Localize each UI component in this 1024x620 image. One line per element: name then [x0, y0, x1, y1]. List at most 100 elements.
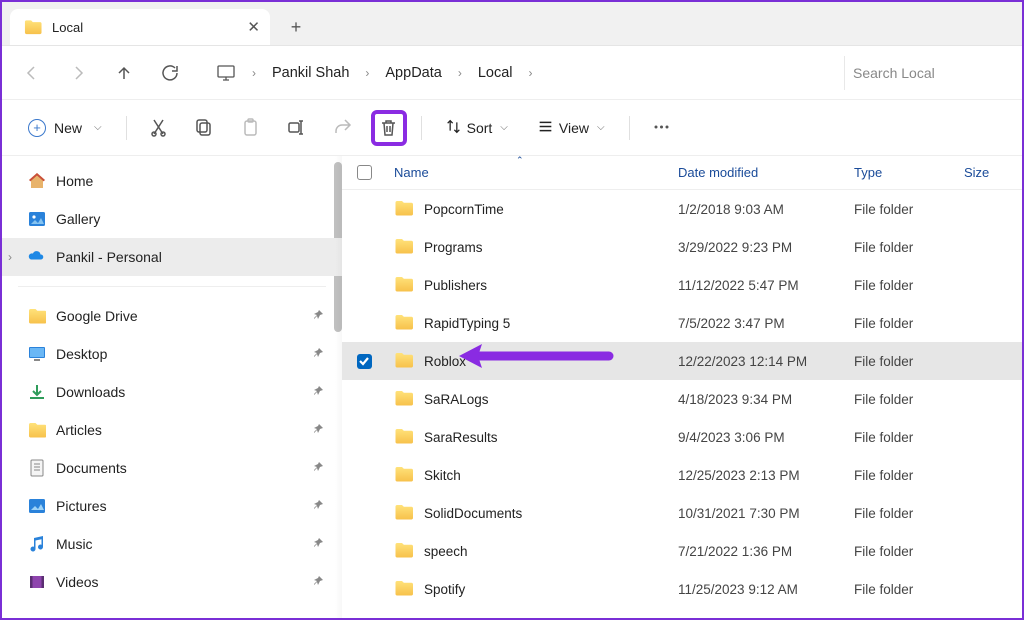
- column-header: ⌃ Name Date modified Type Size: [342, 156, 1022, 190]
- more-button[interactable]: [644, 110, 680, 146]
- share-button[interactable]: [325, 110, 361, 146]
- toolbar: + New ⌵ Sort ⌵ View ⌵: [2, 100, 1022, 156]
- sidebar-item-label: Desktop: [56, 346, 107, 362]
- column-date[interactable]: Date modified: [670, 165, 846, 180]
- column-type[interactable]: Type: [846, 165, 956, 180]
- sidebar: Home Gallery›Pankil - Personal Google Driv…: [2, 156, 342, 618]
- refresh-button[interactable]: [158, 61, 182, 85]
- file-date: 7/21/2022 1:36 PM: [670, 544, 846, 559]
- new-button[interactable]: + New ⌵: [18, 113, 112, 143]
- sidebar-item[interactable]: Google Drive: [2, 297, 342, 335]
- table-row[interactable]: PopcornTime1/2/2018 9:03 AMFile folder: [342, 190, 1022, 228]
- copy-button[interactable]: [187, 110, 223, 146]
- videos-icon: [28, 573, 46, 591]
- chevron-down-icon: ⌵: [597, 122, 605, 133]
- desktop-icon: [28, 345, 46, 363]
- row-checkbox[interactable]: [357, 354, 372, 369]
- up-button[interactable]: [112, 61, 136, 85]
- cut-button[interactable]: [141, 110, 177, 146]
- tab-title: Local: [52, 20, 83, 35]
- table-row[interactable]: speech7/21/2022 1:36 PMFile folder: [342, 532, 1022, 570]
- rename-button[interactable]: [279, 110, 315, 146]
- file-type: File folder: [846, 582, 956, 597]
- pin-icon: [312, 461, 324, 476]
- sidebar-item[interactable]: ›Pankil - Personal: [2, 238, 342, 276]
- file-date: 12/22/2023 12:14 PM: [670, 354, 846, 369]
- sidebar-item[interactable]: Documents: [2, 449, 342, 487]
- sidebar-item[interactable]: Home: [2, 162, 342, 200]
- crumb-2[interactable]: Local: [476, 61, 515, 85]
- file-type: File folder: [846, 240, 956, 255]
- close-tab-icon[interactable]: ✕: [247, 18, 260, 36]
- pin-icon: [312, 423, 324, 438]
- view-label: View: [559, 120, 589, 136]
- view-icon: [538, 119, 553, 137]
- column-size[interactable]: Size: [956, 165, 1016, 180]
- table-row[interactable]: Skitch12/25/2023 2:13 PMFile folder: [342, 456, 1022, 494]
- sidebar-item-label: Google Drive: [56, 308, 138, 324]
- file-date: 11/12/2022 5:47 PM: [670, 278, 846, 293]
- folder-icon: [28, 421, 46, 439]
- folder-icon: [394, 237, 414, 258]
- home-icon: [28, 172, 46, 190]
- search-input[interactable]: Search Local: [844, 56, 1004, 90]
- breadcrumb[interactable]: › Pankil Shah › AppData › Local ›: [204, 61, 822, 85]
- nav-row: › Pankil Shah › AppData › Local › Search…: [2, 46, 1022, 100]
- table-row[interactable]: SolidDocuments10/31/2021 7:30 PMFile fol…: [342, 494, 1022, 532]
- back-button[interactable]: [20, 61, 44, 85]
- music-icon: [28, 535, 46, 553]
- folder-icon: [394, 427, 414, 448]
- file-date: 4/18/2023 9:34 PM: [670, 392, 846, 407]
- tab-local[interactable]: Local ✕: [10, 9, 270, 45]
- pin-icon: [312, 499, 324, 514]
- crumb-0[interactable]: Pankil Shah: [270, 61, 351, 85]
- forward-button[interactable]: [66, 61, 90, 85]
- table-row[interactable]: Roblox12/22/2023 12:14 PMFile folder: [342, 342, 1022, 380]
- sidebar-item-label: Pictures: [56, 498, 107, 514]
- sidebar-item[interactable]: Pictures: [2, 487, 342, 525]
- sidebar-item[interactable]: Articles: [2, 411, 342, 449]
- crumb-1[interactable]: AppData: [383, 61, 443, 85]
- table-row[interactable]: SaRALogs4/18/2023 9:34 PMFile folder: [342, 380, 1022, 418]
- column-name[interactable]: Name: [386, 165, 670, 180]
- sidebar-item[interactable]: Downloads: [2, 373, 342, 411]
- sidebar-item[interactable]: Desktop: [2, 335, 342, 373]
- gallery-icon: [28, 210, 46, 228]
- folder-icon: [394, 275, 414, 296]
- file-type: File folder: [846, 392, 956, 407]
- view-button[interactable]: View ⌵: [528, 113, 615, 143]
- this-pc-icon[interactable]: [214, 61, 238, 85]
- folder-icon: [394, 541, 414, 562]
- table-row[interactable]: Publishers11/12/2022 5:47 PMFile folder: [342, 266, 1022, 304]
- sidebar-item-label: Pankil - Personal: [56, 249, 162, 265]
- table-row[interactable]: SaraResults9/4/2023 3:06 PMFile folder: [342, 418, 1022, 456]
- file-name: speech: [424, 544, 468, 559]
- new-tab-button[interactable]: +: [278, 9, 314, 45]
- table-row[interactable]: Spotify11/25/2023 9:12 AMFile folder: [342, 570, 1022, 608]
- folder-icon: [24, 18, 42, 36]
- sidebar-item[interactable]: Videos: [2, 563, 342, 601]
- file-name: SaraResults: [424, 430, 498, 445]
- file-date: 9/4/2023 3:06 PM: [670, 430, 846, 445]
- sidebar-item-label: Articles: [56, 422, 102, 438]
- folder-icon: [394, 389, 414, 410]
- sort-button[interactable]: Sort ⌵: [436, 113, 518, 143]
- tab-bar: Local ✕ +: [2, 2, 1022, 46]
- folder-icon: [394, 313, 414, 334]
- table-row[interactable]: Programs3/29/2022 9:23 PMFile folder: [342, 228, 1022, 266]
- folder-icon: [394, 503, 414, 524]
- sidebar-item[interactable]: Gallery: [2, 200, 342, 238]
- select-all-checkbox[interactable]: [357, 165, 372, 180]
- documents-icon: [28, 459, 46, 477]
- table-row[interactable]: RapidTyping 57/5/2022 3:47 PMFile folder: [342, 304, 1022, 342]
- sidebar-item[interactable]: Music: [2, 525, 342, 563]
- paste-button[interactable]: [233, 110, 269, 146]
- sidebar-item-label: Downloads: [56, 384, 125, 400]
- chevron-right-icon: ›: [458, 66, 462, 80]
- sidebar-item-label: Home: [56, 173, 93, 189]
- chevron-down-icon: ⌵: [500, 122, 508, 133]
- delete-button[interactable]: [371, 110, 407, 146]
- pin-icon: [312, 385, 324, 400]
- scrollbar-thumb[interactable]: [334, 162, 342, 332]
- file-date: 1/2/2018 9:03 AM: [670, 202, 846, 217]
